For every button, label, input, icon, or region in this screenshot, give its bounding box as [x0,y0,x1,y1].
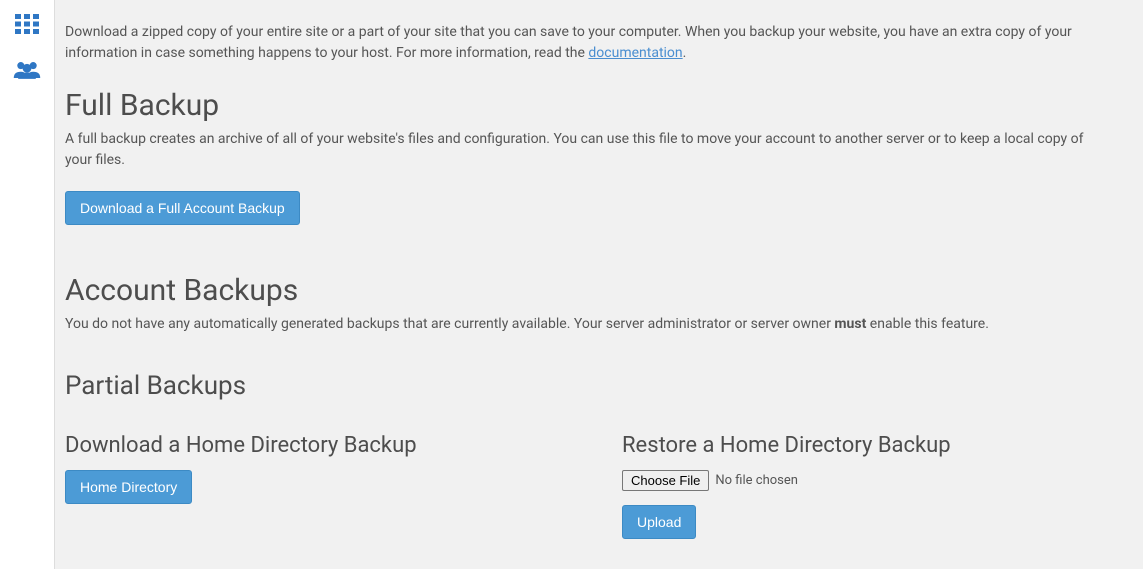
account-backups-heading: Account Backups [65,273,1119,308]
intro-text: Download a zipped copy of your entire si… [65,22,1105,64]
sidebar [0,0,55,569]
documentation-link[interactable]: documentation [588,45,682,61]
download-home-col: Download a Home Directory Backup Home Di… [65,405,562,539]
intro-post: . [683,45,687,61]
home-directory-button[interactable]: Home Directory [65,470,192,504]
upload-button[interactable]: Upload [622,505,696,539]
main-content: Download a zipped copy of your entire si… [55,0,1143,569]
account-backups-desc: You do not have any automatically genera… [65,314,1105,335]
intro-pre: Download a zipped copy of your entire si… [65,24,1072,61]
restore-home-heading: Restore a Home Directory Backup [622,433,1119,458]
full-backup-desc: A full backup creates an archive of all … [65,129,1105,171]
apps-grid-icon[interactable] [12,12,42,36]
full-backup-heading: Full Backup [65,88,1119,123]
download-full-backup-button[interactable]: Download a Full Account Backup [65,191,300,225]
file-chosen-status: No file chosen [715,473,798,488]
account-backups-desc-pre: You do not have any automatically genera… [65,316,834,332]
partial-backups-heading: Partial Backups [65,371,1119,401]
choose-file-button[interactable]: Choose File [622,470,709,491]
download-home-heading: Download a Home Directory Backup [65,433,562,458]
account-backups-must: must [834,316,866,332]
restore-home-col: Restore a Home Directory Backup Choose F… [622,405,1119,539]
users-icon[interactable] [12,58,42,82]
account-backups-desc-post: enable this feature. [866,316,989,332]
